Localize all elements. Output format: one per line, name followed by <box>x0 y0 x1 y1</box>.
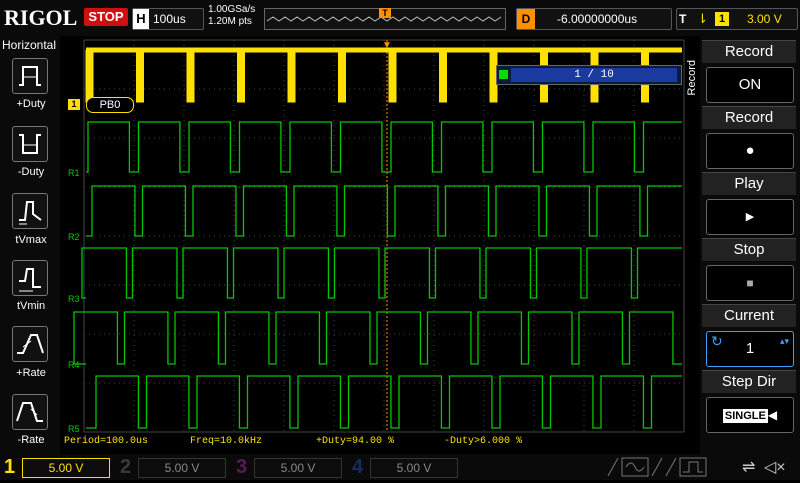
channel1-number: 1 <box>4 456 16 478</box>
trigger-level: 3.00 V <box>747 12 782 26</box>
minus-duty-button[interactable] <box>12 126 48 162</box>
tvmin-button[interactable] <box>12 260 48 296</box>
record-progress-text: 1 / 10 <box>511 68 677 82</box>
channel1-marker[interactable]: 1 <box>68 99 80 110</box>
step-dir-title: Step Dir <box>702 370 796 393</box>
plus-duty-button[interactable] <box>12 58 48 94</box>
delay-value: -6.00000000us <box>557 12 638 26</box>
record-enable-title: Record <box>702 40 796 63</box>
plus-duty-label: +Duty <box>16 98 46 110</box>
current-frame-field[interactable]: ↻ 1 ▴▾ <box>706 331 794 367</box>
rigol-logo: RIGOL <box>4 5 78 30</box>
record-enable-value[interactable]: ON <box>706 67 794 103</box>
math-wave-icons <box>607 457 707 477</box>
period-measurement: Period=100.0us <box>64 436 149 447</box>
record-menu-panel: Record ON Record ● Play ▶ Stop ■ Current… <box>700 36 800 456</box>
channel1-status[interactable]: 1 5.00 V <box>4 454 114 480</box>
plus-rate-label: +Rate <box>16 367 46 379</box>
channel3-number: 3 <box>236 456 248 478</box>
measurement-bar: Period=100.0us Freq=10.0kHz +Duty=94.00 … <box>62 436 686 450</box>
ref3-trace <box>81 247 682 299</box>
stop-title: Stop <box>702 238 796 261</box>
negative-duty-measurement: -Duty>6.000 % <box>444 436 523 447</box>
plus-rate-icon <box>17 334 44 354</box>
delay-label: D <box>517 9 535 29</box>
speaker-muted-icon[interactable]: ◁× <box>764 457 786 477</box>
record-enable-group[interactable]: Record ON <box>702 40 796 103</box>
channel2-scale: 5.00 V <box>138 458 226 478</box>
timebase-value: 100us <box>153 12 186 26</box>
plus-duty-icon <box>19 66 41 86</box>
record-status-indicator <box>499 70 508 79</box>
math-functions[interactable] <box>606 456 714 478</box>
up-down-arrows-icon: ▴▾ <box>779 336 789 346</box>
rotate-knob-icon: ↻ <box>711 333 723 349</box>
waveform-canvas: ▼R1R2R3R4R5 <box>68 39 685 434</box>
trigger-box[interactable]: T ⇂ 1 3.00 V <box>676 8 798 30</box>
top-status-bar: RIGOL STOP H 100us 1.00GSa/s 1.20M pts T… <box>0 0 800 36</box>
memory-overview-bar[interactable]: T <box>264 8 506 30</box>
channel4-status[interactable]: 4 5.00 V <box>352 454 462 480</box>
channel4-number: 4 <box>352 456 364 478</box>
minus-rate-button[interactable] <box>12 394 48 430</box>
stop-group[interactable]: Stop ■ <box>702 238 796 301</box>
trigger-position-marker: T <box>379 8 391 18</box>
channel2-status[interactable]: 2 5.00 V <box>120 454 230 480</box>
minus-rate-label: -Rate <box>17 434 45 446</box>
channel1-scale: 5.00 V <box>22 458 110 478</box>
channel1-label[interactable]: PB0 <box>86 97 134 113</box>
ref1-trace <box>86 121 682 173</box>
record-start-title: Record <box>702 106 796 129</box>
record-dot-icon[interactable]: ● <box>706 133 794 169</box>
trigger-label: T <box>679 12 687 26</box>
waveform-display[interactable]: ▼ R1 R2 R3 R4 R5 <box>62 36 686 436</box>
trigger-channel: 1 <box>715 12 729 26</box>
memory-depth: 1.20M pts <box>208 16 252 27</box>
positive-duty-measurement: +Duty=94.00 % <box>316 436 395 447</box>
channel3-scale: 5.00 V <box>254 458 342 478</box>
tvmin-icon <box>19 268 41 292</box>
ref2-label: R2 <box>68 232 80 242</box>
delay-box[interactable]: D -6.00000000us <box>516 8 672 30</box>
sample-rate: 1.00GSa/s <box>208 4 256 15</box>
tvmin-label: tVmin <box>16 300 46 312</box>
record-start-group[interactable]: Record ● <box>702 106 796 169</box>
step-dir-field[interactable]: SINGLE ◀ <box>706 397 794 433</box>
run-stop-status[interactable]: STOP <box>84 8 128 26</box>
edge-falling-icon: ⇂ <box>697 11 708 26</box>
channel-status-bar: 1 5.00 V 2 5.00 V 3 5.00 V 4 5.00 V ⇌ ◁× <box>0 454 800 480</box>
tvmax-button[interactable] <box>12 193 48 229</box>
minus-rate-icon <box>16 402 43 422</box>
ref1-label: R1 <box>68 168 80 178</box>
play-group[interactable]: Play ▶ <box>702 172 796 235</box>
step-dir-value: SINGLE <box>722 409 768 423</box>
left-panel-title: Horizontal <box>2 38 57 52</box>
step-back-icon: ◀ <box>767 408 778 422</box>
plus-rate-button[interactable] <box>12 326 48 362</box>
horizontal-label: H <box>133 9 149 29</box>
tvmax-label: tVmax <box>15 234 47 246</box>
tvmax-icon <box>19 201 42 225</box>
record-progress-bar: 1 / 10 <box>496 65 682 85</box>
minus-duty-label: -Duty <box>17 166 45 178</box>
ref3-label: R3 <box>68 294 80 304</box>
ref5-label: R5 <box>68 424 80 434</box>
current-frame-value: 1 <box>745 340 755 357</box>
ref4-trace <box>73 311 682 365</box>
timebase-box[interactable]: H 100us <box>132 8 204 30</box>
play-title: Play <box>702 172 796 195</box>
step-dir-group[interactable]: Step Dir SINGLE ◀ <box>702 370 796 433</box>
play-icon[interactable]: ▶ <box>706 199 794 235</box>
channel4-scale: 5.00 V <box>370 458 458 478</box>
frequency-measurement: Freq=10.0kHz <box>190 436 263 447</box>
usb-icon: ⇌ <box>742 459 756 476</box>
channel3-status[interactable]: 3 5.00 V <box>236 454 346 480</box>
current-frame-group[interactable]: Current ↻ 1 ▴▾ <box>702 304 796 367</box>
menu-side-label: Record <box>686 60 698 96</box>
minus-duty-icon <box>19 134 41 154</box>
ref4-label: R4 <box>68 360 80 370</box>
channel2-number: 2 <box>120 456 132 478</box>
acquisition-info: 1.00GSa/s 1.20M pts <box>208 4 255 28</box>
stop-icon[interactable]: ■ <box>706 265 794 301</box>
